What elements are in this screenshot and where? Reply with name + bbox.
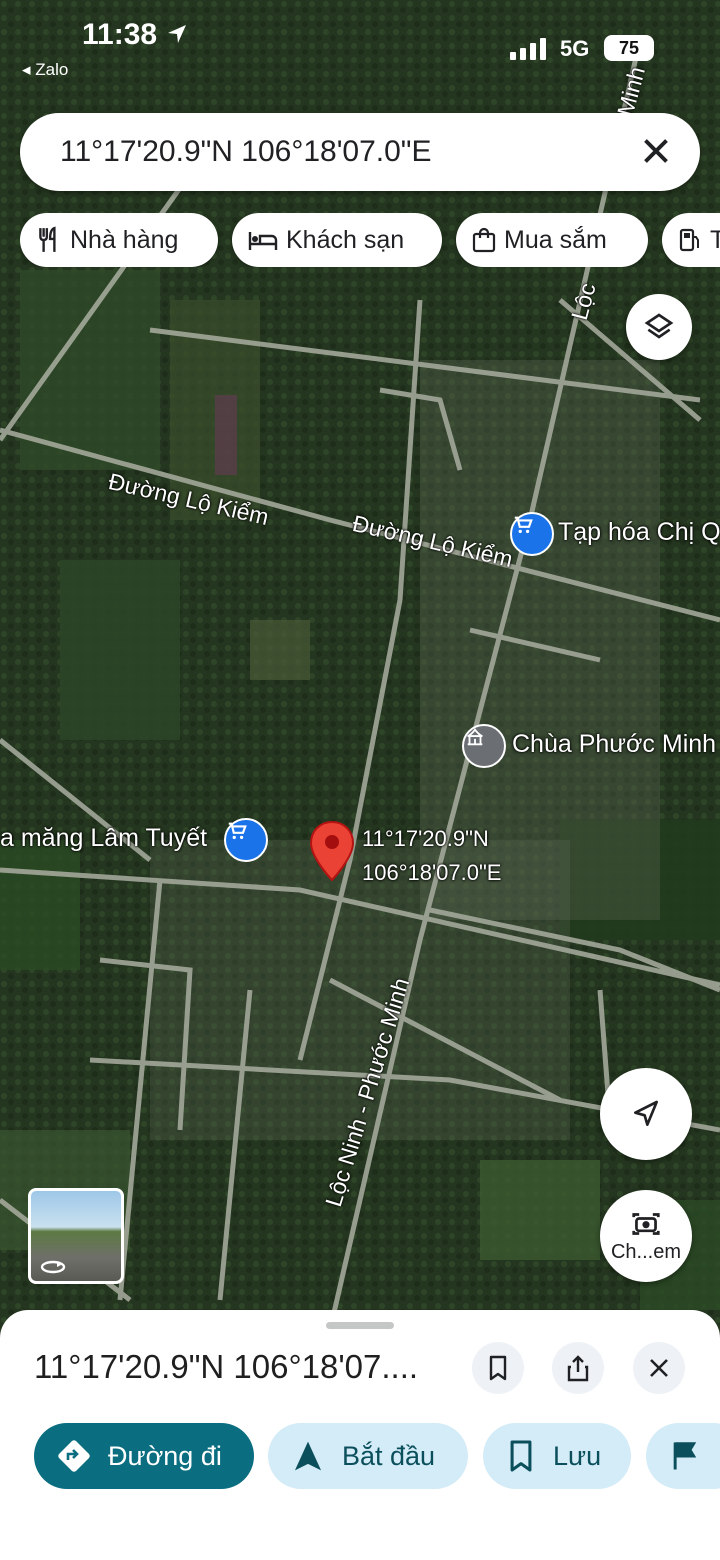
more-action-button[interactable] xyxy=(646,1423,720,1489)
pin-label-line2: 106°18'07.0"E xyxy=(362,860,502,885)
place-label-lam-tuyet[interactable]: a măng Lâm Tuyết xyxy=(0,824,207,853)
signal-icon xyxy=(510,38,546,60)
place-title: 11°17'20.9"N 106°18'07.... xyxy=(34,1348,419,1385)
location-arrow-icon xyxy=(168,25,187,43)
chip-hotels[interactable]: Khách sạn xyxy=(232,213,442,267)
network-type: 5G xyxy=(560,36,590,61)
bookmark-icon xyxy=(489,1355,507,1381)
camera-search-button[interactable]: Ch...em xyxy=(600,1190,692,1282)
layers-icon xyxy=(644,313,674,339)
shopping-cart-icon[interactable] xyxy=(510,512,554,556)
chip-gas[interactable]: T xyxy=(662,213,720,267)
flag-icon xyxy=(673,1442,697,1470)
status-bar: 11:38 ◂ Zalo 5G 75 xyxy=(0,0,720,100)
close-icon xyxy=(650,1359,668,1377)
navigation-arrow-icon xyxy=(294,1441,322,1471)
category-chips: Nhà hàng Khách sạn Mua sắm T xyxy=(20,213,720,267)
directions-button[interactable]: Đường đi xyxy=(34,1423,254,1489)
chip-label: Khách sạn xyxy=(286,225,405,254)
bed-icon xyxy=(248,232,278,250)
back-to-app-link[interactable]: ◂ Zalo xyxy=(22,60,68,80)
chip-shopping[interactable]: Mua sắm xyxy=(456,213,648,267)
layers-button[interactable] xyxy=(626,294,692,360)
directions-icon xyxy=(58,1440,90,1472)
street-view-rotate-icon xyxy=(40,1260,66,1274)
share-button[interactable] xyxy=(552,1342,604,1394)
my-location-button[interactable] xyxy=(600,1068,692,1160)
camera-icon xyxy=(632,1212,660,1235)
temple-icon[interactable] xyxy=(462,724,506,768)
directions-label: Đường đi xyxy=(108,1440,222,1471)
chip-label: Nhà hàng xyxy=(70,225,179,254)
place-sheet[interactable]: 11°17'20.9"N 106°18'07.... Đường đi Bắt … xyxy=(0,1310,720,1560)
shopping-cart-icon[interactable] xyxy=(224,818,268,862)
drag-handle[interactable] xyxy=(326,1322,394,1329)
chip-restaurants[interactable]: Nhà hàng xyxy=(20,213,218,267)
street-view-thumbnail[interactable] xyxy=(28,1188,124,1284)
chip-label: Mua sắm xyxy=(504,225,607,254)
save-button[interactable]: Lưu xyxy=(483,1423,631,1489)
save-label: Lưu xyxy=(553,1440,602,1471)
shopping-bag-icon xyxy=(472,227,496,253)
close-sheet-button[interactable] xyxy=(633,1342,685,1394)
close-icon[interactable] xyxy=(638,133,674,169)
fork-knife-icon xyxy=(39,226,56,252)
start-button[interactable]: Bắt đầu xyxy=(268,1423,468,1489)
bookmark-icon xyxy=(510,1440,532,1472)
pin-label-line1: 11°17'20.9"N xyxy=(362,826,489,851)
location-pin-icon[interactable] xyxy=(309,820,355,882)
navigation-icon xyxy=(634,1100,658,1126)
place-label-chua-phuoc-minh[interactable]: Chùa Phước Minh xyxy=(512,730,716,759)
battery-icon: 75 xyxy=(604,35,654,61)
camera-button-label: Ch...em xyxy=(610,1240,682,1263)
place-label-tap-hoa[interactable]: Tạp hóa Chị Q xyxy=(558,518,720,547)
chip-label: T xyxy=(710,225,720,254)
search-bar[interactable]: 11°17'20.9"N 106°18'07.0"E xyxy=(20,113,700,191)
gas-station-icon xyxy=(679,228,699,252)
start-label: Bắt đầu xyxy=(342,1440,436,1471)
share-icon xyxy=(567,1355,589,1382)
status-time: 11:38 xyxy=(82,18,189,52)
search-query[interactable]: 11°17'20.9"N 106°18'07.0"E xyxy=(60,135,431,169)
save-icon-button[interactable] xyxy=(472,1342,524,1394)
